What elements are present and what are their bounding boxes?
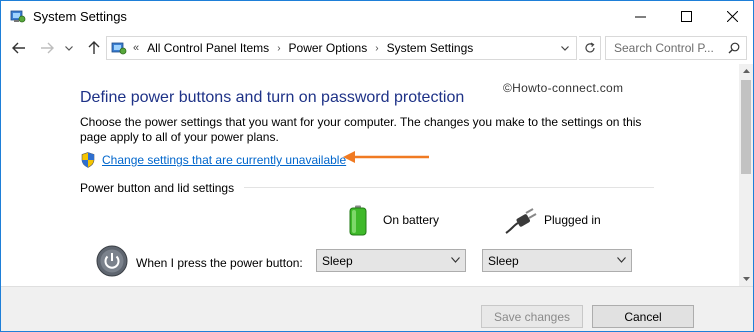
up-arrow-icon: [88, 41, 100, 54]
power-button-on-battery-select[interactable]: Sleep: [316, 249, 466, 272]
control-panel-icon: [111, 42, 127, 55]
forward-button[interactable]: [37, 38, 57, 58]
refresh-button[interactable]: [579, 36, 601, 60]
cancel-button[interactable]: Cancel: [592, 305, 694, 328]
control-panel-icon: [10, 10, 26, 23]
chevron-down-icon: [451, 257, 460, 263]
chevron-down-icon: [617, 257, 626, 263]
title-bar: System Settings: [1, 1, 753, 32]
power-button-plugged-in-select[interactable]: Sleep: [482, 249, 632, 272]
address-bar[interactable]: « All Control Panel Items › Power Option…: [106, 36, 577, 60]
page-description: Choose the power settings that you want …: [80, 115, 642, 144]
breadcrumb-separator-icon[interactable]: ›: [375, 43, 378, 54]
minimize-button[interactable]: [617, 1, 663, 32]
page-title: Define power buttons and turn on passwor…: [80, 89, 465, 106]
minimize-icon: [634, 16, 646, 18]
power-button-icon: [96, 245, 128, 277]
maximize-icon: [680, 11, 692, 22]
change-unavailable-settings-link[interactable]: Change settings that are currently unava…: [102, 153, 346, 167]
address-dropdown-button[interactable]: [556, 37, 574, 59]
watermark: ©Howto-connect.com: [503, 81, 624, 95]
column-on-battery: On battery: [383, 213, 440, 227]
annotation-arrow-icon: [343, 151, 429, 163]
section-divider: [244, 187, 654, 188]
maximize-button[interactable]: [663, 1, 709, 32]
refresh-icon: [584, 42, 595, 53]
close-icon: [726, 11, 738, 22]
triangle-up-icon: [742, 69, 750, 73]
select-value: Sleep: [322, 253, 353, 268]
section-title: Power button and lid settings: [80, 181, 235, 195]
plug-icon: [505, 208, 537, 234]
close-button[interactable]: [709, 1, 753, 32]
breadcrumb-power-options[interactable]: Power Options: [289, 41, 368, 55]
scroll-thumb[interactable]: [741, 80, 751, 174]
chevron-down-icon: [65, 45, 73, 51]
breadcrumb-system-settings[interactable]: System Settings: [387, 41, 474, 55]
select-value: Sleep: [488, 253, 519, 268]
back-button[interactable]: [9, 38, 29, 58]
search-input[interactable]: [614, 41, 732, 55]
navigation-bar: « All Control Panel Items › Power Option…: [1, 32, 753, 64]
search-icon: [728, 42, 740, 54]
scroll-down-button[interactable]: [739, 272, 753, 286]
back-arrow-icon: [12, 42, 25, 54]
vertical-scrollbar[interactable]: [739, 64, 753, 286]
breadcrumb-overflow[interactable]: «: [133, 42, 139, 54]
save-changes-button[interactable]: Save changes: [481, 305, 583, 328]
power-button-setting-label: When I press the power button:: [136, 256, 303, 270]
breadcrumb-separator-icon[interactable]: ›: [277, 43, 280, 54]
search-box[interactable]: [605, 36, 747, 60]
scroll-up-button[interactable]: [739, 64, 753, 78]
triangle-down-icon: [742, 277, 750, 281]
forward-arrow-icon: [41, 42, 54, 54]
breadcrumb-all-control-panel-items[interactable]: All Control Panel Items: [147, 41, 269, 55]
uac-shield-icon: [81, 152, 95, 168]
window-title: System Settings: [33, 9, 127, 24]
footer-bar: Save changes Cancel: [1, 286, 753, 331]
main-content: ©Howto-connect.com Define power buttons …: [1, 64, 739, 286]
column-plugged-in: Plugged in: [544, 213, 601, 227]
battery-icon: [349, 205, 367, 236]
recent-locations-button[interactable]: [62, 38, 76, 58]
system-settings-window: System Settings « All Control Panel Item…: [0, 0, 754, 332]
chevron-down-icon: [561, 45, 569, 51]
up-button[interactable]: [84, 38, 104, 58]
